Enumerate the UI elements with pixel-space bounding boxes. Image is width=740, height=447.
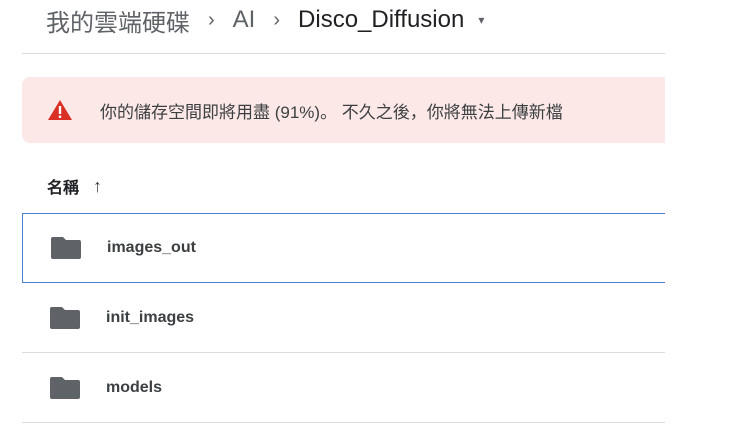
file-name: images_out (107, 239, 196, 256)
caret-down-icon[interactable]: ▾ (478, 13, 484, 27)
file-name: init_images (106, 308, 195, 326)
chevron-right-icon: › (273, 8, 281, 31)
storage-warning-banner: 你的儲存空間即將用盡 (91%)。 不久之後，你將無法上傳新檔 (22, 77, 665, 143)
breadcrumb-current-folder[interactable]: Disco_Diffusion (298, 6, 464, 34)
file-name: models (106, 378, 163, 396)
breadcrumb: 我的雲端硬碟 › AI › Disco_Diffusion ▾ (46, 2, 484, 38)
folder-icon (50, 376, 80, 399)
folder-icon (51, 237, 81, 259)
chevron-right-icon: › (208, 8, 215, 31)
divider (22, 53, 665, 54)
folder-icon (50, 306, 80, 329)
file-row-models[interactable]: models (22, 353, 665, 423)
arrow-up-icon[interactable]: ↑ (93, 176, 102, 197)
file-row-images-out[interactable]: images_out (22, 213, 665, 283)
file-row-init-images[interactable]: init_images (22, 283, 665, 353)
warning-icon (48, 100, 72, 120)
banner-message: 你的儲存空間即將用盡 (91%)。 不久之後，你將無法上傳新檔 (100, 102, 563, 122)
sort-by-name-header[interactable]: 名稱 ↑ (47, 174, 102, 198)
column-header-name[interactable]: 名稱 (47, 174, 79, 198)
breadcrumb-my-drive[interactable]: 我的雲端硬碟 (46, 3, 190, 38)
breadcrumb-ai[interactable]: AI (233, 6, 256, 34)
